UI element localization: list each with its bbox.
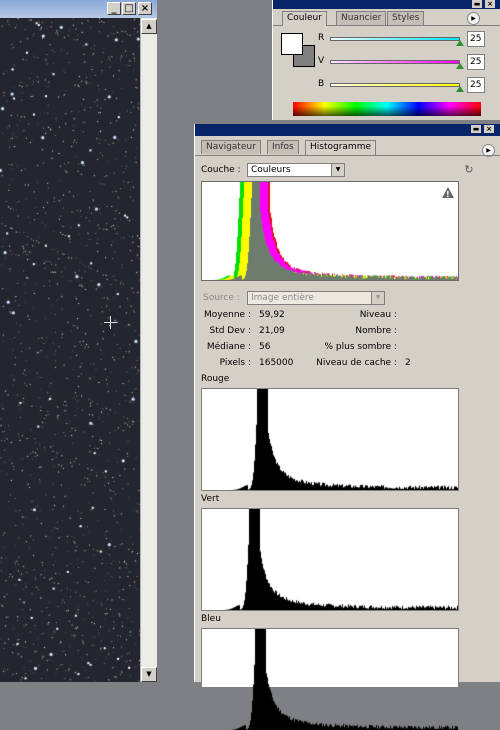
color-panel: ▬ × Couleur Nuancier Styles ▶ R 25 V 25 …: [272, 0, 500, 120]
scroll-down-button[interactable]: ▼: [141, 667, 157, 682]
stat-value-pixels: 165000: [259, 358, 294, 368]
source-label: Source :: [203, 293, 240, 303]
close-button[interactable]: ×: [138, 2, 152, 15]
chevron-down-icon: ▼: [331, 164, 344, 176]
panel-minimize-button[interactable]: ▬: [471, 125, 481, 133]
stat-label: Niveau de cache :: [316, 358, 397, 368]
green-slider[interactable]: [330, 60, 460, 64]
refresh-icon[interactable]: ↻: [463, 164, 475, 176]
channel-histogram-label: Vert: [201, 494, 220, 504]
document-titlebar: _ □ ×: [0, 0, 157, 18]
panel-close-button[interactable]: ×: [485, 0, 495, 8]
panel-close-button[interactable]: ×: [484, 125, 494, 133]
green-value-field[interactable]: 25: [467, 54, 485, 70]
red-histogram: [201, 388, 459, 491]
tab-couleur[interactable]: Couleur: [282, 11, 327, 26]
stat-label: Médiane :: [206, 342, 251, 352]
document-window: _ □ × ▲ ▼: [0, 0, 157, 682]
tab-styles[interactable]: Styles: [387, 11, 425, 25]
histogram-panel-titlebar[interactable]: ▬ ×: [195, 124, 500, 136]
green-slider-handle[interactable]: [456, 63, 464, 69]
source-select: Image entière ▼: [247, 291, 385, 305]
tab-infos[interactable]: Infos: [267, 140, 299, 154]
tab-navigateur[interactable]: Navigateur: [201, 140, 261, 154]
red-value-field[interactable]: 25: [467, 31, 485, 47]
tab-nuancier[interactable]: Nuancier: [336, 11, 387, 25]
blue-value-field[interactable]: 25: [467, 77, 485, 93]
stat-label: Nombre :: [355, 326, 397, 336]
channel-histogram-label: Bleu: [201, 614, 221, 624]
vertical-scrollbar[interactable]: ▲ ▼: [140, 18, 157, 682]
red-slider[interactable]: [330, 37, 460, 41]
green-histogram: [201, 508, 459, 611]
blue-slider-handle[interactable]: [456, 86, 464, 92]
menu-arrow-icon[interactable]: ▶: [467, 12, 480, 25]
red-slider-handle[interactable]: [456, 40, 464, 46]
panel-minimize-button[interactable]: ▬: [472, 0, 482, 8]
slider-label: B: [318, 79, 325, 89]
stat-label: % plus sombre :: [324, 342, 398, 352]
minimize-button[interactable]: _: [107, 2, 121, 15]
channel-histogram-label: Rouge: [201, 374, 230, 384]
color-panel-titlebar[interactable]: ▬ ×: [273, 0, 500, 9]
slider-label: V: [318, 56, 325, 66]
stat-label: Std Dev :: [209, 326, 251, 336]
stat-label: Moyenne :: [204, 310, 251, 320]
stat-value-median: 56: [259, 342, 271, 352]
stat-value-mean: 59,92: [259, 310, 285, 320]
source-value: Image entière: [251, 293, 314, 303]
slider-label: R: [318, 33, 325, 43]
stat-value-cache-level: 2: [405, 358, 411, 368]
channel-select[interactable]: Couleurs ▼: [247, 163, 345, 177]
foreground-color-swatch[interactable]: [281, 33, 303, 55]
stat-label: Niveau :: [359, 310, 397, 320]
channel-label: Couche :: [201, 165, 241, 175]
composite-histogram: !: [201, 181, 459, 281]
blue-slider[interactable]: [330, 83, 460, 87]
image-canvas[interactable]: [0, 18, 140, 682]
stat-value-stddev: 21,09: [259, 326, 285, 336]
chevron-down-icon: ▼: [371, 292, 384, 304]
blue-histogram: [201, 628, 459, 730]
crosshair-cursor-icon: [104, 316, 117, 329]
histogram-panel: ▬ × Navigateur Infos Histogramme ▶ Couch…: [194, 124, 500, 730]
channel-value: Couleurs: [251, 165, 291, 175]
maximize-button[interactable]: □: [122, 2, 136, 15]
stat-label: Pixels :: [219, 358, 251, 368]
scroll-up-button[interactable]: ▲: [141, 19, 157, 34]
tab-histogramme[interactable]: Histogramme: [305, 140, 376, 155]
